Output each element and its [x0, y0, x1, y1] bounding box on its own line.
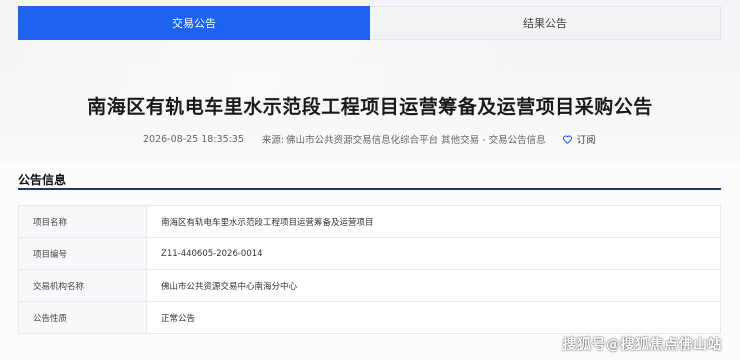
- tab-result-announcement-label: 结果公告: [523, 17, 567, 30]
- watermark-text: 搜狐号@搜狐焦点佛山站: [562, 337, 722, 353]
- table-row: 公告性质 正常公告: [18, 301, 721, 334]
- info-value: 佛山市公共资源交易中心南海分中心: [146, 269, 721, 302]
- table-row: 项目编号 Z11-440605-2026-0014: [18, 237, 721, 270]
- section-title: 公告信息: [18, 173, 67, 187]
- info-key: 公告性质: [18, 301, 147, 334]
- info-key: 项目名称: [18, 205, 147, 238]
- tab-trade-announcement[interactable]: 交易公告: [18, 6, 370, 40]
- page-title: 南海区有轨电车里水示范段工程项目运营筹备及运营项目采购公告: [87, 96, 653, 118]
- subscribe-label: 订阅: [576, 135, 596, 146]
- info-value: Z11-440605-2026-0014: [146, 237, 721, 270]
- tab-result-announcement[interactable]: 结果公告: [370, 6, 721, 40]
- tab-trade-announcement-label: 交易公告: [172, 17, 216, 30]
- table-row: 项目名称 南海区有轨电车里水示范段工程项目运营筹备及运营项目: [18, 205, 721, 238]
- info-value: 正常公告: [146, 301, 721, 334]
- publish-date: 2026-08-25 18:35:35: [143, 133, 244, 145]
- subscribe-button[interactable]: 订阅: [562, 132, 596, 146]
- section-divider: [18, 188, 721, 190]
- info-value: 南海区有轨电车里水示范段工程项目运营筹备及运营项目: [146, 205, 721, 238]
- heart-icon: [562, 135, 572, 144]
- table-row: 交易机构名称 佛山市公共资源交易中心南海分中心: [18, 269, 721, 302]
- announcement-tabs: 交易公告 结果公告: [18, 6, 721, 40]
- source-label: 来源:: [261, 135, 285, 146]
- info-key: 交易机构名称: [18, 269, 147, 302]
- info-key: 项目编号: [18, 237, 147, 270]
- source-text: 佛山市公共资源交易信息化综合平台 其他交易 - 交易公告信息: [286, 135, 546, 146]
- info-table: 项目名称 南海区有轨电车里水示范段工程项目运营筹备及运营项目 项目编号 Z11-…: [18, 205, 721, 334]
- announcement-meta: 2026-08-25 18:35:35 来源: 佛山市公共资源交易信息化综合平台…: [143, 132, 596, 147]
